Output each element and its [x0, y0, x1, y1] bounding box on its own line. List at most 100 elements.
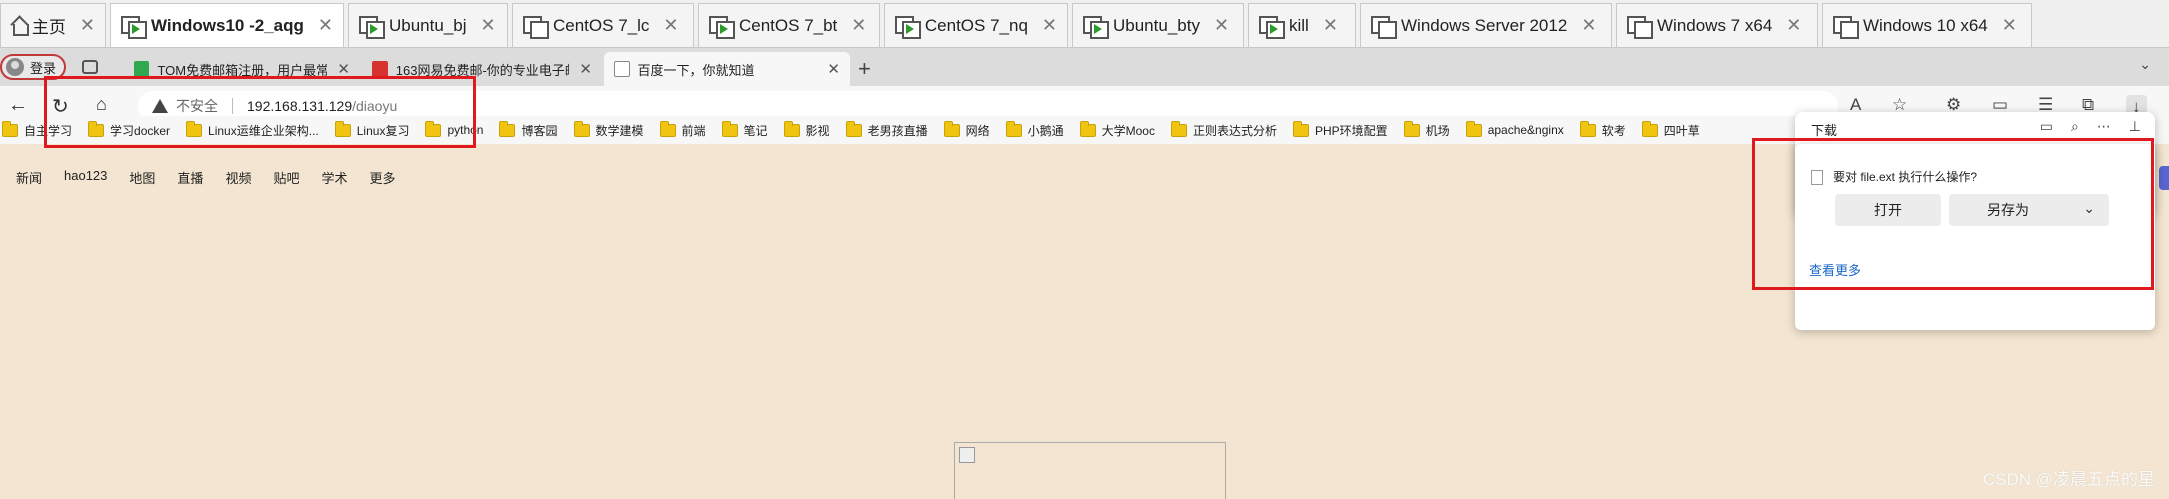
- browser-tab-baidu[interactable]: 百度一下，你就知道 ✕: [604, 52, 850, 86]
- vm-tab-ubuntu-bj[interactable]: Ubuntu_bj ✕: [348, 3, 508, 47]
- folder-icon: [1170, 120, 1187, 137]
- bookmark-label: 老男孩直播: [867, 123, 928, 138]
- vm-tab-centos-lc[interactable]: CentOS 7_lc ✕: [512, 3, 694, 47]
- nav-link[interactable]: 视频: [225, 168, 251, 187]
- vm-tab-label: Ubuntu_bj: [389, 15, 467, 35]
- vm-tab-label: Windows10 -2_aqg: [151, 15, 304, 35]
- vm-tab-label: Windows Server 2012: [1401, 15, 1568, 35]
- vm-tab-windows10-aqg[interactable]: Windows10 -2_aqg ✕: [110, 3, 344, 47]
- bookmark-folder[interactable]: 大学Mooc: [1079, 120, 1155, 139]
- close-tab-icon[interactable]: ✕: [579, 60, 592, 78]
- bookmark-label: 小鹅通: [1027, 123, 1064, 138]
- vm-tab-label: CentOS 7_bt: [739, 15, 838, 35]
- vm-running-icon: [895, 15, 921, 39]
- bookmark-folder[interactable]: 数学建模: [573, 120, 644, 139]
- nav-link[interactable]: 直播: [177, 168, 203, 187]
- nav-link[interactable]: 地图: [129, 168, 155, 187]
- vm-tab-label: Windows 7 x64: [1657, 15, 1773, 35]
- avatar-icon: [6, 58, 24, 76]
- folder-icon: [1465, 120, 1482, 137]
- folder-icon: [573, 120, 590, 137]
- bookmark-folder[interactable]: 前端: [659, 120, 706, 139]
- bookmark-label: 四叶草: [1663, 123, 1700, 138]
- vm-tab-strip: 主页 ✕ Windows10 -2_aqg ✕ Ubuntu_bj ✕ Cent…: [0, 0, 2169, 48]
- vm-tab-kill[interactable]: kill ✕: [1248, 3, 1356, 47]
- close-icon[interactable]: ✕: [80, 15, 95, 36]
- tab-search-chevron-icon[interactable]: ⌄: [2139, 56, 2151, 73]
- bookmark-folder[interactable]: PHP环境配置: [1292, 120, 1388, 139]
- bookmark-folder[interactable]: 机场: [1403, 120, 1450, 139]
- bookmark-label: 正则表达式分析: [1192, 123, 1277, 138]
- folder-icon: [1079, 120, 1096, 137]
- downloads-title: 下载: [1811, 123, 1838, 138]
- bookmark-folder[interactable]: 小鹅通: [1005, 120, 1064, 139]
- vm-tab-label: kill: [1289, 15, 1309, 35]
- folder-icon: [659, 120, 676, 137]
- close-icon[interactable]: ✕: [2002, 15, 2017, 36]
- vm-tab-ubuntu-bty[interactable]: Ubuntu_bty ✕: [1072, 3, 1244, 47]
- vm-tab-centos-bt[interactable]: CentOS 7_bt ✕: [698, 3, 880, 47]
- vm-tab-label: 主页: [31, 18, 66, 37]
- vm-running-icon: [1259, 15, 1285, 39]
- workspaces-icon[interactable]: [82, 60, 98, 74]
- page-favicon-icon: [614, 61, 630, 77]
- bookmark-folder[interactable]: 影视: [783, 120, 830, 139]
- nav-link[interactable]: 贴吧: [273, 168, 299, 187]
- bookmark-label: 数学建模: [595, 123, 644, 138]
- page-top-nav: 新闻 hao123 地图 直播 视频 贴吧 学术 更多: [16, 168, 418, 187]
- close-icon[interactable]: ✕: [663, 15, 678, 36]
- folder-icon: [2, 120, 18, 137]
- vm-tab-windows-server-2012[interactable]: Windows Server 2012 ✕: [1360, 3, 1612, 47]
- nav-link[interactable]: 学术: [321, 168, 347, 187]
- bookmark-folder[interactable]: 软考: [1579, 120, 1626, 139]
- bookmark-label: 笔记: [743, 123, 768, 138]
- vm-tab-windows-10[interactable]: Windows 10 x64 ✕: [1822, 3, 2032, 47]
- vm-tab-label: CentOS 7_lc: [553, 15, 650, 35]
- close-icon[interactable]: ✕: [481, 15, 496, 36]
- bookmark-folder[interactable]: 四叶草: [1641, 120, 1700, 139]
- login-label: 登录: [30, 60, 57, 76]
- folder-icon: [721, 120, 738, 137]
- nav-link[interactable]: 更多: [369, 168, 395, 187]
- highlight-box-download: [1752, 138, 2154, 290]
- close-icon[interactable]: ✕: [1581, 15, 1596, 36]
- vm-running-icon: [359, 15, 385, 39]
- open-folder-icon[interactable]: ▭: [2040, 118, 2053, 135]
- close-icon[interactable]: ✕: [1323, 15, 1338, 36]
- new-tab-button[interactable]: +: [858, 56, 871, 82]
- bookmark-folder[interactable]: 网络: [943, 120, 990, 139]
- 163-favicon-icon: [372, 61, 388, 77]
- bookmark-label: 软考: [1601, 123, 1626, 138]
- close-icon[interactable]: ✕: [1214, 15, 1229, 36]
- folder-icon: [1005, 120, 1022, 137]
- home-icon: [11, 18, 29, 36]
- close-tab-icon[interactable]: ✕: [827, 60, 840, 78]
- vm-tab-centos-nq[interactable]: CentOS 7_nq ✕: [884, 3, 1068, 47]
- pin-icon[interactable]: ⊥: [2129, 118, 2141, 135]
- vm-running-icon: [121, 15, 147, 39]
- bookmark-folder[interactable]: 正则表达式分析: [1170, 120, 1277, 139]
- bookmark-folder[interactable]: apache&nginx: [1465, 120, 1564, 137]
- folder-icon: [1403, 120, 1420, 137]
- nav-link[interactable]: 新闻: [16, 168, 42, 187]
- highlight-box-address: [44, 76, 476, 148]
- close-icon[interactable]: ✕: [1042, 15, 1057, 36]
- vm-tab-home[interactable]: 主页 ✕: [0, 3, 106, 47]
- page-side-button[interactable]: [2159, 166, 2169, 190]
- close-icon[interactable]: ✕: [851, 15, 866, 36]
- vm-stopped-icon: [1627, 15, 1653, 39]
- close-icon[interactable]: ✕: [1786, 15, 1801, 36]
- search-icon[interactable]: ⌕: [2071, 118, 2079, 135]
- nav-link[interactable]: hao123: [64, 168, 107, 187]
- bookmark-label: apache&nginx: [1487, 123, 1564, 137]
- more-options-icon[interactable]: ⋯: [2097, 118, 2111, 135]
- close-icon[interactable]: ✕: [318, 15, 333, 36]
- vm-tab-windows-7[interactable]: Windows 7 x64 ✕: [1616, 3, 1818, 47]
- folder-icon: [783, 120, 800, 137]
- bookmark-folder[interactable]: 博客园: [499, 120, 558, 139]
- back-arrow-icon[interactable]: ←: [8, 94, 28, 117]
- vm-stopped-icon: [1371, 15, 1397, 39]
- bookmark-folder[interactable]: 老男孩直播: [845, 120, 928, 139]
- bookmark-folder[interactable]: 笔记: [721, 120, 768, 139]
- bookmark-label: 大学Mooc: [1101, 123, 1155, 138]
